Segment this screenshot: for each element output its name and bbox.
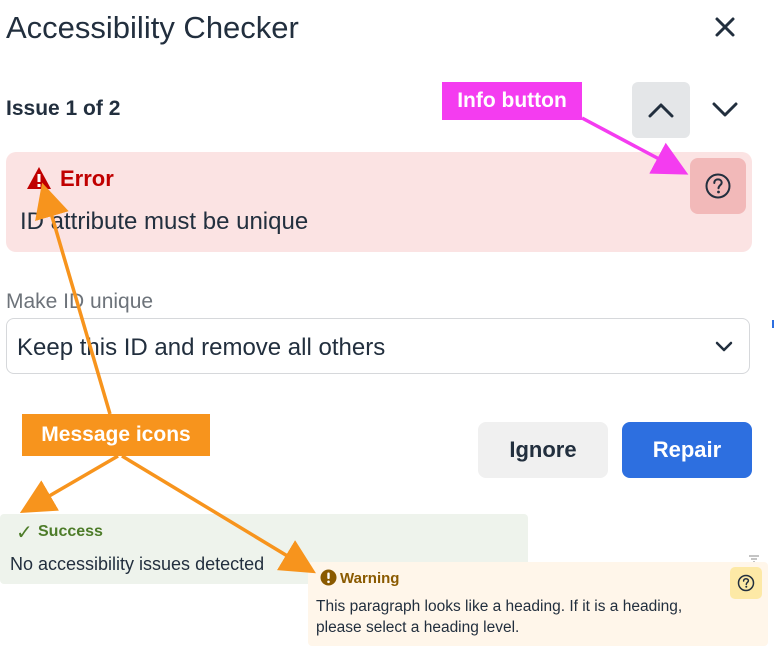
exclamation-circle-icon (320, 569, 337, 586)
previous-issue-button[interactable] (632, 82, 690, 138)
warning-message-line: please select a heading level. (316, 619, 520, 636)
error-severity-label: Error (60, 166, 114, 191)
message-icons-callout: Message icons (22, 414, 210, 456)
repair-field-label: Make ID unique (6, 290, 154, 313)
error-panel (6, 152, 752, 252)
chevron-down-icon (712, 102, 738, 117)
dialog-title: Accessibility Checker (6, 10, 299, 45)
warning-label: Warning (340, 570, 400, 587)
warning-info-button[interactable] (730, 567, 762, 599)
help-circle-icon (705, 173, 731, 199)
warning-message-line: This paragraph looks like a heading. If … (316, 598, 683, 615)
help-circle-icon (737, 574, 755, 592)
close-icon (715, 17, 735, 37)
message-icons-arrow (19, 454, 119, 514)
next-issue-button[interactable] (696, 82, 754, 138)
edge-marker (772, 320, 774, 328)
ignore-button[interactable]: Ignore (478, 422, 608, 478)
close-button[interactable] (704, 6, 746, 48)
success-label: Success (38, 523, 103, 540)
checkmark-icon: ✓ (16, 522, 33, 544)
warning-triangle-icon (27, 167, 51, 189)
success-message: No accessibility issues detected (10, 554, 265, 574)
chevron-down-icon (715, 341, 733, 352)
repair-button[interactable]: Repair (622, 422, 752, 478)
issue-counter: Issue 1 of 2 (6, 97, 121, 120)
info-button-callout: Info button (442, 82, 582, 120)
chevron-up-icon (648, 103, 674, 118)
info-button[interactable] (690, 158, 746, 214)
repair-option-value: Keep this ID and remove all others (17, 334, 386, 361)
error-message: ID attribute must be unique (20, 208, 309, 235)
